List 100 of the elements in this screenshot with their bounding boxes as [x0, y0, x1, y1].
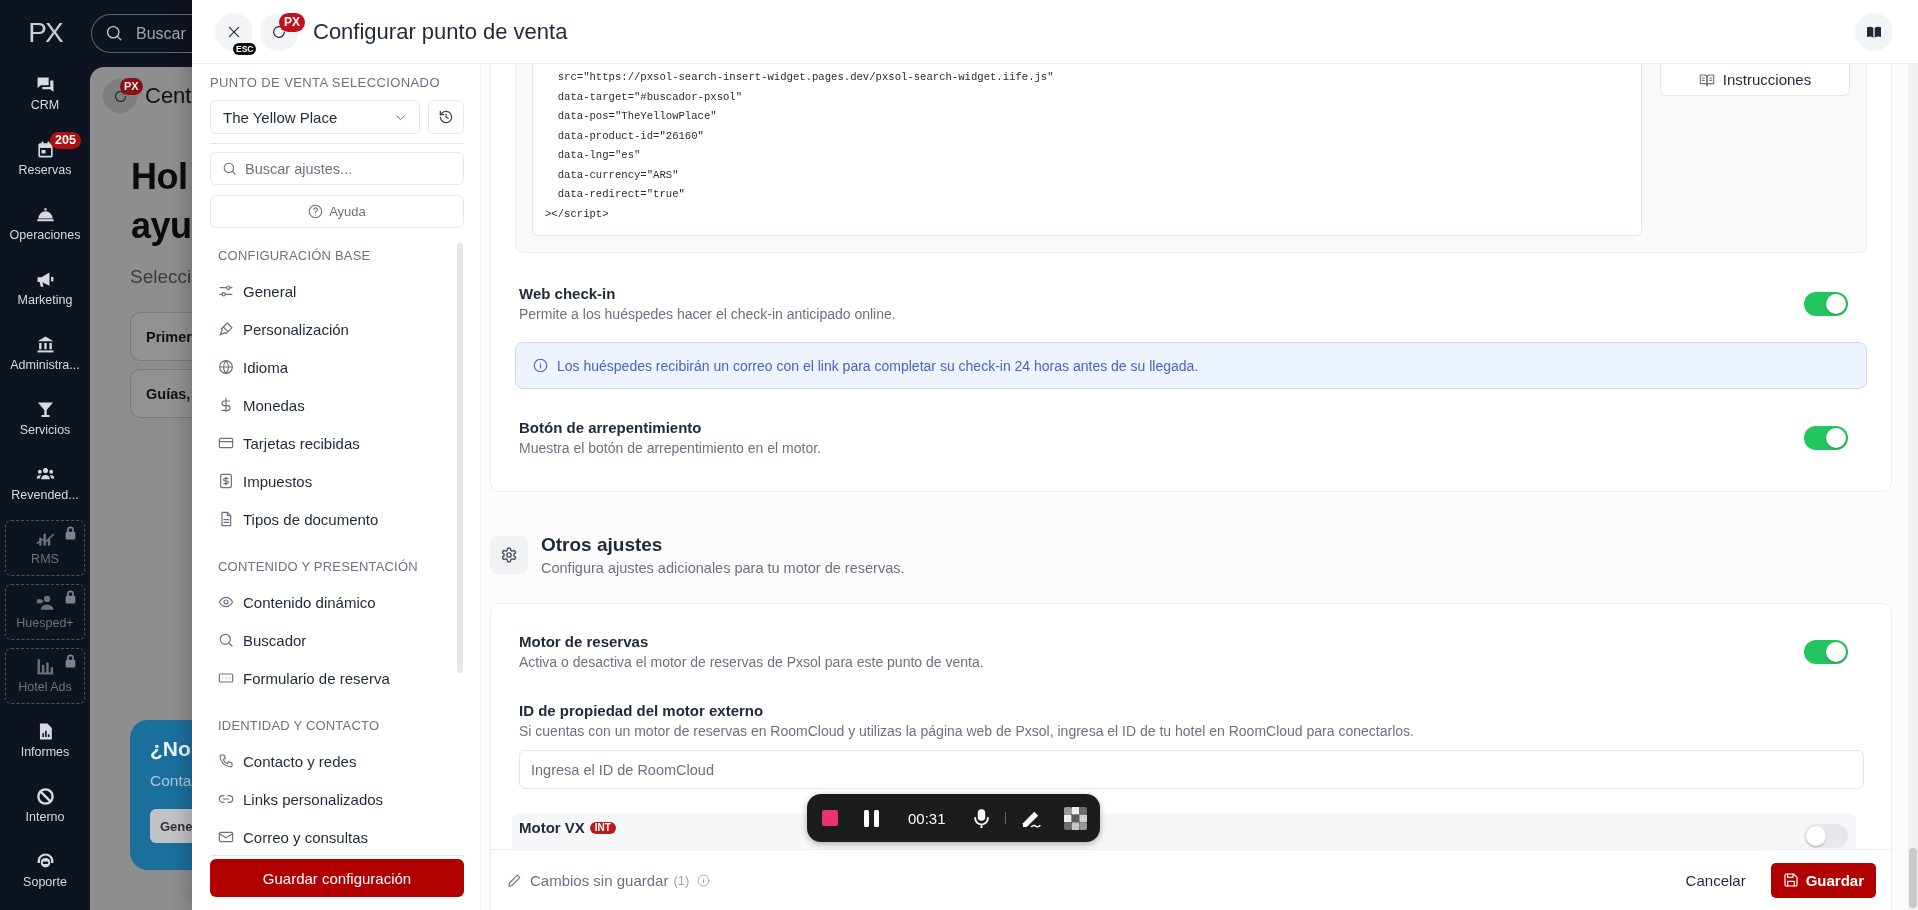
section-title: Otros ajustes: [541, 533, 663, 557]
nav-item[interactable]: Interno: [3, 776, 87, 836]
book-open-icon: [1698, 71, 1715, 88]
search-icon: [222, 161, 237, 176]
guide-button[interactable]: [1855, 12, 1893, 51]
setting-description: Si cuentas con un motor de reservas en RoomCloud y utilizas la página web de Pxsol, ingresa el ID de tu hotel en RoomCloud para conectarlos.: [519, 722, 1414, 741]
scrollbar-thumb[interactable]: [457, 243, 463, 673]
settings-nav-item[interactable]: Links personalizados: [210, 780, 450, 818]
nav-item[interactable]: Servicios: [3, 389, 87, 449]
settings-nav-item[interactable]: Monedas: [210, 386, 450, 424]
settings-nav-item[interactable]: Tarjetas recibidas: [210, 424, 450, 462]
code-line: data-target="#buscador-pxsol": [556, 89, 743, 105]
save-config-button[interactable]: Guardar configuración: [210, 859, 464, 897]
brush-icon: [218, 321, 234, 337]
save-button[interactable]: Guardar: [1770, 862, 1876, 898]
label-tag: INT: [589, 822, 616, 834]
settings-nav-item[interactable]: Tipos de documento: [210, 500, 450, 538]
toggle-switch[interactable]: [1804, 640, 1848, 664]
code-line: src="https://pxsol-search-insert-widget.pages.dev/pxsol-search-widget.iife.js": [556, 70, 1054, 85]
settings-nav-item[interactable]: Contenido dinámico: [210, 583, 450, 621]
settings-nav-item[interactable]: Impuestos: [210, 462, 450, 500]
nav-item[interactable]: RMS: [5, 520, 85, 576]
code-line: data-pos="TheYellowPlace": [556, 109, 717, 124]
help-button[interactable]: Ayuda: [210, 195, 464, 228]
search-icon: [218, 632, 234, 648]
setting-title: Botón de arrepentimiento: [519, 418, 702, 438]
settings-icon: [490, 536, 528, 574]
settings-nav-item[interactable]: Personalización: [210, 310, 450, 348]
input-field[interactable]: Ingresa el ID de RoomCloud: [519, 750, 1864, 789]
section-heading: IDENTIDAD Y CONTACTO: [218, 717, 380, 735]
setting-description: Activa o desactiva el motor de reservas de Pxsol para este punto de venta.: [519, 653, 984, 672]
nav-item[interactable]: Informes: [3, 711, 87, 771]
section-description: Configura ajustes adicionales para tu motor de reservas.: [541, 559, 905, 578]
bar-chart-icon: [35, 657, 55, 676]
cancel-button[interactable]: Cancelar: [1675, 863, 1756, 897]
code-line: data-lng="es": [556, 148, 641, 163]
eye-icon: [218, 594, 234, 610]
dollar-icon: [218, 397, 234, 413]
settings-nav-item[interactable]: Formulario de reserva: [210, 659, 450, 697]
instructions-button[interactable]: Instrucciones: [1660, 64, 1850, 96]
bank-icon: [35, 335, 55, 354]
search-field[interactable]: Buscar: [91, 14, 192, 53]
settings-nav-item[interactable]: Correo y consultas: [210, 818, 450, 855]
nav-item[interactable]: Soporte: [3, 841, 87, 901]
credit-card-icon: [218, 435, 234, 451]
settings-nav-item[interactable]: Contacto y redes: [210, 742, 450, 780]
user-tag-icon: [35, 593, 55, 612]
pause-icon[interactable]: [864, 809, 879, 827]
scrollbar-thumb[interactable]: [1909, 848, 1917, 908]
promo-title: ¿No: [150, 736, 191, 762]
service-bell-icon: [35, 205, 55, 224]
brand-badge: PX: [120, 78, 143, 95]
microphone-icon[interactable]: [973, 808, 989, 828]
logo: PX: [28, 16, 62, 50]
lock-icon: [65, 654, 76, 668]
nav-item[interactable]: CRM: [3, 64, 87, 124]
settings-nav-item[interactable]: General: [210, 272, 450, 310]
ban-icon: [35, 787, 55, 806]
change-count: (1): [673, 872, 690, 888]
save-icon: [1782, 872, 1799, 888]
page-card: Primer: [130, 312, 192, 361]
calendar-icon: [35, 140, 55, 159]
timer-text: 00:31: [908, 809, 946, 827]
drawer-title: Configurar punto de venta: [313, 18, 568, 45]
setting-title: ID de propiedad del motor externo: [519, 701, 764, 721]
code-line: data-redirect="true": [556, 187, 685, 202]
toggle-switch[interactable]: [1804, 824, 1848, 848]
search-icon: [105, 24, 123, 42]
toggle-switch[interactable]: [1804, 292, 1848, 316]
settings-nav-item[interactable]: Idioma: [210, 348, 450, 386]
promo-button[interactable]: Gene: [150, 809, 192, 843]
history-button[interactable]: [428, 100, 464, 134]
checkerboard-icon[interactable]: [1063, 806, 1087, 830]
nav-item[interactable]: Revended...: [3, 454, 87, 514]
brand-badge: PX: [279, 12, 305, 32]
nav-item[interactable]: Marketing: [3, 259, 87, 319]
cocktail-icon: [35, 400, 55, 419]
setting-description: Permite a los huéspedes hacer el check-in anticipado online.: [519, 305, 896, 324]
page-heading: Hol ayu: [131, 155, 192, 248]
section-heading: CONTENIDO Y PRESENTACIÓN: [218, 558, 418, 576]
close-button[interactable]: [215, 12, 253, 51]
toggle-switch[interactable]: [1804, 426, 1848, 450]
page-subtitle: Selecci: [130, 265, 192, 289]
info-icon: [533, 358, 548, 373]
settings-nav-item[interactable]: Buscador: [210, 621, 450, 659]
page-card: Guías,: [130, 369, 192, 418]
nav-item[interactable]: Operaciones: [3, 194, 87, 254]
nav-item[interactable]: Hotel Ads: [5, 648, 85, 704]
section-label: PUNTO DE VENTA SELECCIONADO: [210, 74, 440, 92]
phone-icon: [218, 753, 234, 769]
nav-item[interactable]: Huesped+: [5, 584, 85, 640]
code-line: ></script>: [545, 206, 609, 222]
unsaved-changes-label: Cambios sin guardar: [530, 871, 669, 889]
sliders-icon: [218, 283, 234, 299]
venue-select[interactable]: The Yellow Place: [210, 100, 420, 134]
history-icon: [438, 109, 454, 125]
nav-item[interactable]: Administra...: [3, 324, 87, 384]
setting-title: Web check-in: [519, 284, 616, 304]
document-icon: [218, 511, 234, 527]
nav-item[interactable]: Reservas 205: [3, 129, 87, 189]
